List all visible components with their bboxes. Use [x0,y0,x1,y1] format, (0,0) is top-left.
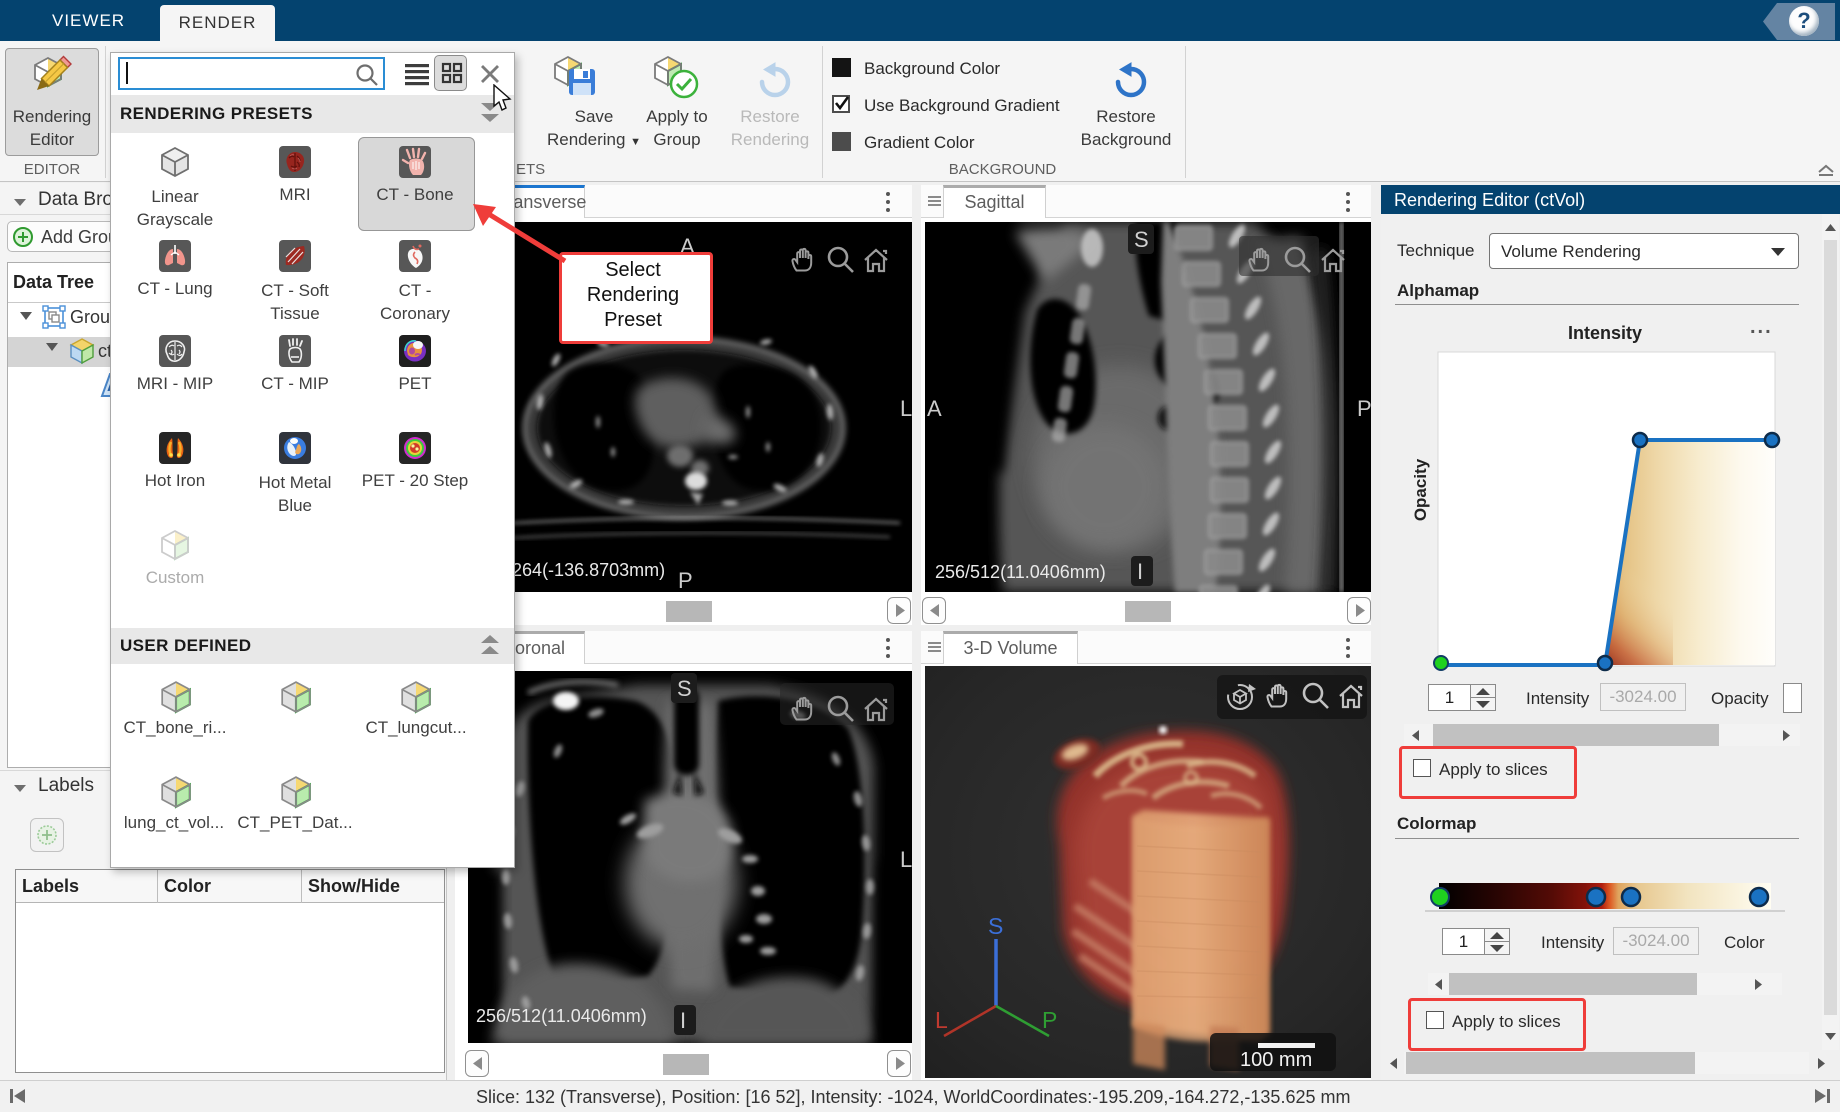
svg-text:100 mm: 100 mm [1240,1049,1312,1071]
svg-text:P: P [1042,1007,1057,1033]
svg-text:L: L [935,1007,948,1033]
svg-text:A: A [927,396,942,421]
svg-text:S: S [677,676,692,701]
svg-text:S: S [988,913,1003,939]
svg-text:256/512(11.0406mm): 256/512(11.0406mm) [476,1006,647,1026]
svg-text:L: L [900,847,912,872]
svg-text:P: P [678,568,693,592]
svg-text:256/512(11.0406mm): 256/512(11.0406mm) [935,562,1106,582]
svg-text:L: L [900,396,912,421]
svg-text:I: I [1137,559,1143,584]
svg-text:P: P [1357,396,1371,421]
svg-text:S: S [1134,227,1149,252]
svg-text:I: I [680,1008,686,1033]
